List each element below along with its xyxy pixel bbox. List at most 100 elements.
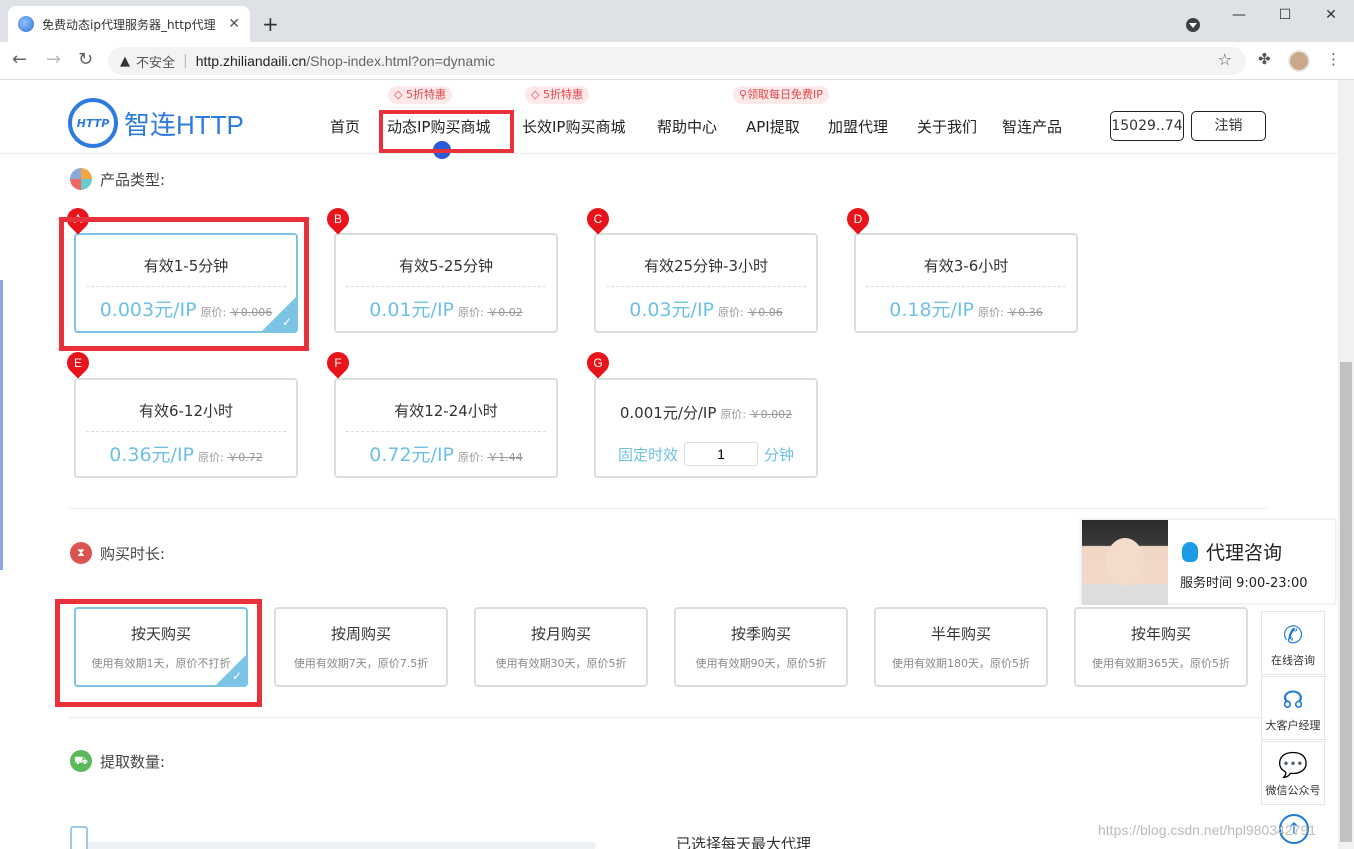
product-price: 0.72元/IP (369, 444, 455, 466)
side-label: 在线咨询 (1271, 654, 1315, 667)
palette-icon (70, 168, 92, 190)
pin-label: G (593, 356, 603, 370)
extensions-icon[interactable]: ✤ (1258, 50, 1271, 68)
consult-title-row: 代理咨询 (1182, 538, 1282, 565)
orig-value: ￥0.02 (487, 306, 523, 319)
side-account-manager[interactable]: ☊ 大客户经理 (1261, 676, 1325, 740)
page-scrollbar[interactable] (1338, 80, 1354, 849)
product-card-f[interactable]: 有效12-24小时 0.72元/IP 原价: ￥1.44 (334, 378, 558, 478)
nav-help[interactable]: 帮助中心 (657, 116, 717, 137)
consult-title: 代理咨询 (1206, 542, 1283, 564)
tab-search-icon[interactable] (1186, 18, 1200, 32)
duration-name: 按月购买 (530, 625, 591, 643)
forward-icon[interactable]: → (46, 49, 61, 70)
product-price: 0.03元/IP (629, 299, 715, 321)
minutes-input[interactable] (684, 442, 758, 466)
product-card-d[interactable]: 有效3-6小时 0.18元/IP 原价: ￥0.36 (854, 233, 1078, 333)
section-title: 产品类型: (100, 170, 166, 189)
agent-photo (1082, 520, 1168, 605)
orig-value: ￥0.06 (747, 306, 783, 319)
side-online-consult[interactable]: ✆ 在线咨询 (1261, 611, 1325, 675)
extract-heading: ⛟ 提取数量: (70, 750, 165, 772)
duration-card-halfyear[interactable]: 半年购买 使用有效期180天，原价5折 (874, 607, 1048, 687)
browser-tab[interactable]: 免费动态ip代理服务器_http代理 ✕ (8, 6, 250, 42)
duration-card-month[interactable]: 按月购买 使用有效期30天，原价5折 (474, 607, 648, 687)
product-price-row: 0.36元/IP 原价: ￥0.72 (76, 440, 296, 467)
product-card-e[interactable]: 有效6-12小时 0.36元/IP 原价: ￥0.72 (74, 378, 298, 478)
duration-heading: ⧗ 购买时长: (70, 542, 165, 564)
qq-icon (1182, 541, 1198, 562)
orig-label: 原价: (978, 306, 1004, 319)
product-price-row: 0.01元/IP 原价: ￥0.02 (336, 295, 556, 322)
fixed-duration-row: 固定时效 分钟 (596, 442, 816, 466)
pin-label: B (333, 212, 342, 226)
divider (68, 508, 1268, 509)
divider (68, 717, 1268, 718)
diamond-icon: ◇ (394, 88, 406, 101)
logo-text: 智连HTTP (124, 109, 244, 140)
pin-e: E (62, 347, 94, 379)
nav-home[interactable]: 首页 (330, 116, 360, 137)
close-window-button[interactable]: ✕ (1308, 0, 1354, 30)
highlight-box-duration (55, 599, 262, 707)
orig-label: 原价: (720, 408, 747, 421)
nav-static-ip-shop[interactable]: 长效IP购买商城 (522, 116, 625, 137)
original-price: 原价: ￥0.06 (718, 306, 783, 319)
product-price: 0.18元/IP (889, 299, 975, 321)
nav-partner[interactable]: 加盟代理 (828, 116, 888, 137)
site-logo[interactable]: HTTP 智连HTTP (68, 98, 244, 148)
side-wechat[interactable]: 💬 微信公众号 (1261, 741, 1325, 805)
duration-name: 按季购买 (730, 625, 791, 643)
orig-value: ￥0.002 (749, 408, 793, 421)
product-card-g-custom[interactable]: 0.001元/分/IP原价: ￥0.002 固定时效 分钟 (594, 378, 818, 478)
address-bar[interactable]: ▲ 不安全 | http.zhiliandaili.cn/Shop-index.… (108, 47, 1246, 75)
nav-products[interactable]: 智连产品 (1002, 116, 1062, 137)
reload-icon[interactable]: ↻ (78, 49, 93, 70)
duration-card-year[interactable]: 按年购买 使用有效期365天，原价5折 (1074, 607, 1248, 687)
duration-desc: 使用有效期180天，原价5折 (892, 657, 1030, 670)
maximize-button[interactable]: ☐ (1262, 0, 1308, 30)
pin-label: C (593, 212, 603, 226)
duration-desc: 使用有效期365天，原价5折 (1092, 657, 1230, 670)
logout-button[interactable]: 注销 (1191, 111, 1266, 141)
profile-avatar[interactable] (1288, 50, 1310, 72)
product-price: 0.36元/IP (109, 444, 195, 466)
product-price: 0.01元/IP (369, 299, 455, 321)
promo-badge-dynamic: ◇ 5折特惠 (388, 86, 452, 104)
new-tab-button[interactable]: + (262, 12, 279, 36)
url-host: http.zhiliandaili.cn (195, 53, 307, 69)
chat-bubble-icon: 💬 (1278, 751, 1308, 779)
duration-name: 按年购买 (1130, 625, 1191, 643)
globe-icon (18, 16, 34, 32)
scrollbar-thumb[interactable] (1340, 362, 1352, 842)
account-button[interactable]: 15029..74 (1110, 111, 1184, 141)
original-price: 原价: ￥1.44 (458, 451, 523, 464)
pin-b: B (322, 203, 354, 235)
consult-panel[interactable]: 代理咨询 服务时间 9:00-23:00 (1081, 519, 1336, 605)
minimize-button[interactable]: — (1216, 0, 1262, 30)
pin-label: D (853, 212, 863, 226)
product-card-b[interactable]: 有效5-25分钟 0.01元/IP 原价: ￥0.02 (334, 233, 558, 333)
promo-badge-free: ⚲领取每日免费IP (733, 86, 829, 104)
close-tab-icon[interactable]: ✕ (228, 16, 240, 32)
product-type-heading: 产品类型: (70, 168, 165, 190)
orig-value: ￥0.72 (227, 451, 263, 464)
product-card-c[interactable]: 有效25分钟-3小时 0.03元/IP 原价: ￥0.06 (594, 233, 818, 333)
highlight-box-nav (379, 110, 514, 153)
back-icon[interactable]: ← (12, 49, 27, 70)
nav-api[interactable]: API提取 (746, 116, 800, 137)
orig-value: ￥1.44 (487, 451, 523, 464)
section-title: 购买时长: (100, 544, 166, 563)
promo-text: 5折特惠 (542, 88, 583, 101)
fixed-duration-label: 固定时效 (617, 445, 678, 464)
address-separator: | (183, 53, 188, 69)
menu-icon[interactable]: ⋮ (1326, 50, 1341, 68)
duration-card-quarter[interactable]: 按季购买 使用有效期90天，原价5折 (674, 607, 848, 687)
duration-card-week[interactable]: 按周购买 使用有效期7天，原价7.5折 (274, 607, 448, 687)
quantity-slider-handle[interactable] (70, 826, 88, 849)
product-name: 有效3-6小时 (866, 255, 1066, 287)
nav-about[interactable]: 关于我们 (917, 116, 977, 137)
quantity-slider-track[interactable] (70, 842, 596, 849)
bookmark-star-icon[interactable]: ☆ (1218, 50, 1232, 69)
product-name: 有效5-25分钟 (346, 255, 546, 287)
